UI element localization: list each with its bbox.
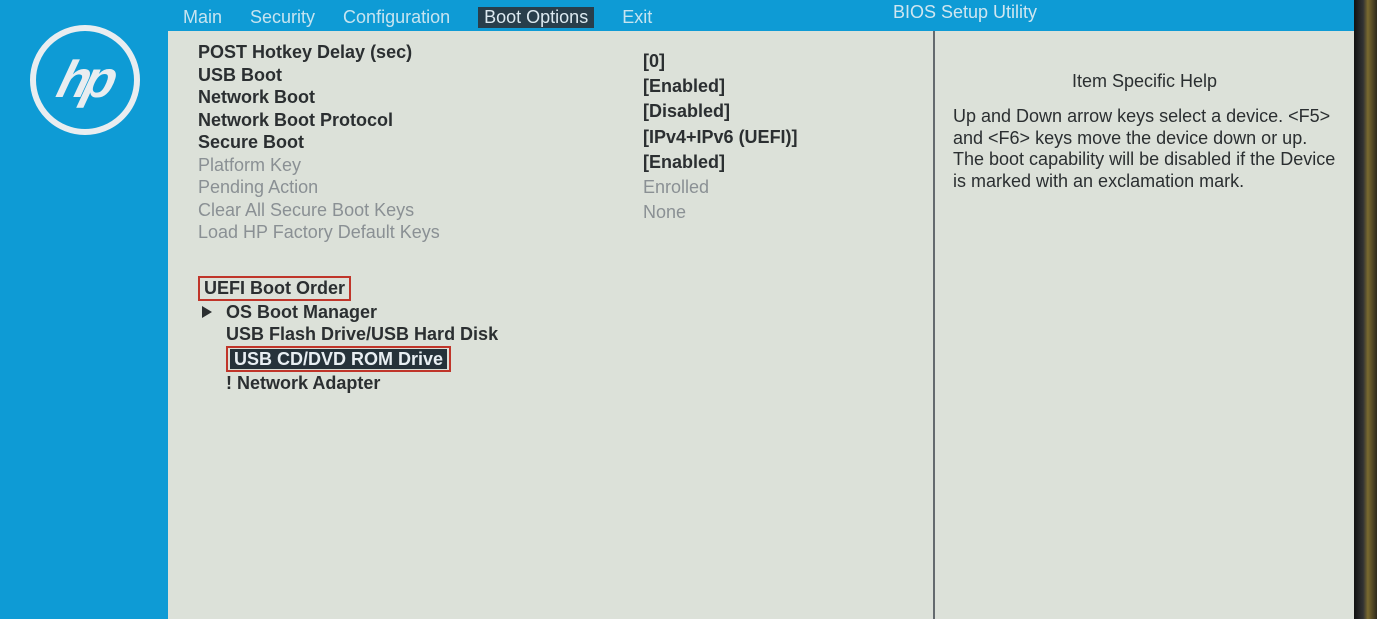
help-body: Up and Down arrow keys select a device. … [953, 106, 1336, 192]
setting-pending-action: Pending Action [198, 176, 643, 199]
setting-network-boot[interactable]: Network Boot [198, 86, 643, 109]
hp-logo-icon: hp [30, 25, 140, 135]
setting-usb-boot[interactable]: USB Boot [198, 64, 643, 87]
settings-labels-column: POST Hotkey Delay (sec) USB Boot Network… [168, 31, 643, 619]
tab-boot-options[interactable]: Boot Options [478, 7, 594, 28]
boot-item-usb-cd-dvd[interactable]: USB CD/DVD ROM Drive [226, 346, 451, 373]
content-area: POST Hotkey Delay (sec) USB Boot Network… [168, 31, 1354, 619]
tab-main[interactable]: Main [183, 7, 222, 28]
value-network-boot-protocol[interactable]: [IPv4+IPv6 (UEFI)] [643, 125, 933, 150]
setting-post-hotkey-delay[interactable]: POST Hotkey Delay (sec) [198, 41, 643, 64]
boot-item-os-boot-manager[interactable]: OS Boot Manager [198, 301, 643, 324]
setting-clear-secure-boot-keys: Clear All Secure Boot Keys [198, 199, 643, 222]
help-title: Item Specific Help [953, 71, 1336, 92]
tab-security[interactable]: Security [250, 7, 315, 28]
hp-logo-text: hp [51, 50, 119, 110]
brand-panel: hp [0, 0, 168, 619]
tab-bar: Main Security Configuration Boot Options… [183, 7, 652, 28]
value-secure-boot[interactable]: [Enabled] [643, 150, 933, 175]
value-network-boot[interactable]: [Disabled] [643, 99, 933, 124]
photo-edge [1354, 0, 1377, 619]
boot-item-label: USB CD/DVD ROM Drive [230, 349, 447, 369]
boot-item-label: ! Network Adapter [226, 373, 380, 393]
boot-item-network-adapter[interactable]: ! Network Adapter [198, 372, 643, 395]
setting-load-hp-defaults: Load HP Factory Default Keys [198, 221, 643, 244]
settings-values-column: [0] [Enabled] [Disabled] [IPv4+IPv6 (UEF… [643, 31, 933, 619]
boot-item-usb-flash-drive[interactable]: USB Flash Drive/USB Hard Disk [198, 323, 643, 346]
utility-title: BIOS Setup Utility [893, 2, 1037, 23]
tab-configuration[interactable]: Configuration [343, 7, 450, 28]
bios-header: BIOS Setup Utility Main Security Configu… [168, 0, 1377, 31]
tab-exit[interactable]: Exit [622, 7, 652, 28]
uefi-boot-order-heading: UEFI Boot Order [198, 276, 351, 301]
value-post-hotkey-delay[interactable]: [0] [643, 49, 933, 74]
setting-platform-key: Platform Key [198, 154, 643, 177]
value-pending-action: None [643, 200, 933, 225]
value-usb-boot[interactable]: [Enabled] [643, 74, 933, 99]
help-panel: Item Specific Help Up and Down arrow key… [933, 31, 1354, 619]
boot-item-label: USB Flash Drive/USB Hard Disk [226, 324, 498, 344]
value-platform-key: Enrolled [643, 175, 933, 200]
boot-item-label: OS Boot Manager [226, 302, 377, 322]
setting-secure-boot[interactable]: Secure Boot [198, 131, 643, 154]
setting-network-boot-protocol[interactable]: Network Boot Protocol [198, 109, 643, 132]
